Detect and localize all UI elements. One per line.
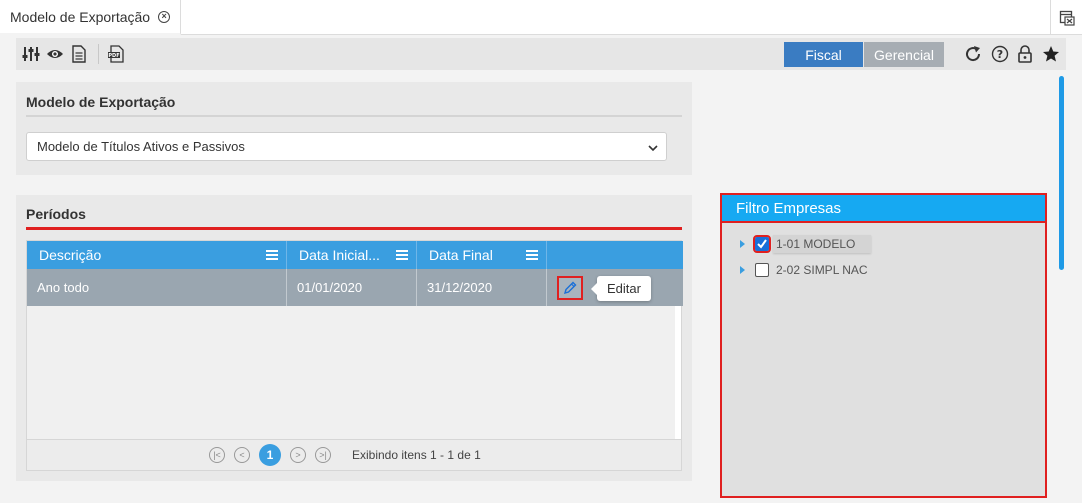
column-data-final[interactable]: Data Final [417,241,547,269]
sliders-icon[interactable] [20,43,42,65]
column-header-label: Data Inicial... [299,247,380,263]
eye-icon[interactable] [44,43,66,65]
modelo-select[interactable]: Modelo de Títulos Ativos e Passivos [26,132,667,161]
tab-modelo-exportacao[interactable]: Modelo de Exportação × [0,0,182,35]
svg-text:?: ? [997,48,1003,61]
column-header-label: Data Final [429,247,493,263]
page-scrollbar[interactable] [1059,76,1064,270]
next-page-icon[interactable]: > [290,447,306,463]
column-descricao[interactable]: Descrição [27,241,287,269]
tab-bar: Modelo de Exportação × [0,0,1082,35]
toolbar-divider [98,44,99,64]
tree-item-label: 2-02 SIMPL NAC [776,263,868,277]
expand-arrow-icon[interactable] [740,240,745,248]
tree-item-label: 1-01 MODELO [773,235,872,253]
column-menu-icon[interactable] [396,250,408,260]
edit-tooltip: Editar [591,276,651,301]
column-menu-icon[interactable] [526,250,538,260]
tab-title: Modelo de Exportação [10,8,151,25]
grid-header: Descrição Data Inicial... Data Final [27,241,683,269]
star-icon[interactable] [1040,43,1062,65]
pdf-export-icon[interactable]: PDF [105,43,127,65]
document-icon[interactable] [68,43,90,65]
prev-page-icon[interactable]: < [234,447,250,463]
last-page-icon[interactable]: >| [315,447,331,463]
checkbox-checked[interactable] [753,235,771,253]
expand-arrow-icon[interactable] [740,266,745,274]
table-row[interactable]: Ano todo 01/01/2020 31/12/2020 [27,269,683,306]
current-page-button[interactable]: 1 [259,444,281,466]
column-header-label: Descrição [39,247,102,263]
close-all-tabs-icon[interactable] [1050,0,1082,35]
modelo-panel-title: Modelo de Exportação [26,94,176,110]
gerencial-button[interactable]: Gerencial [864,42,944,67]
tree-item-2-02-simpl-nac[interactable]: 2-02 SIMPL NAC [740,260,868,280]
toolbar: PDF Fiscal Gerencial ? [16,38,1066,70]
close-icon[interactable]: × [158,10,171,23]
help-icon[interactable]: ? [989,43,1011,65]
filtro-empresas-panel: Filtro Empresas 1-01 MODELO 2-02 SIMPL N… [720,193,1047,498]
pencil-icon [563,281,577,294]
checkbox-unchecked[interactable] [755,263,769,277]
edit-button[interactable] [557,275,583,300]
pager-status: Exibindo itens 1 - 1 de 1 [352,448,481,462]
fiscal-button[interactable]: Fiscal [784,42,863,67]
periodos-panel: Períodos Descrição Data Inicial... Data … [16,195,692,481]
modelo-select-value: Modelo de Títulos Ativos e Passivos [37,139,245,154]
column-menu-icon[interactable] [266,250,278,260]
grid-scrollbar[interactable] [675,306,681,446]
column-data-inicial[interactable]: Data Inicial... [287,241,417,269]
divider [26,115,682,117]
cell-descricao: Ano todo [27,269,287,306]
lock-icon[interactable] [1014,43,1036,65]
svg-text:PDF: PDF [108,53,119,59]
filtro-empresas-title: Filtro Empresas [722,195,1045,223]
column-actions [547,241,683,269]
cell-data-inicial: 01/01/2020 [287,269,417,306]
pager: |< < 1 > >| Exibindo itens 1 - 1 de 1 [27,439,681,470]
periodos-panel-title: Períodos [26,206,86,222]
tree-item-1-01-modelo[interactable]: 1-01 MODELO [740,234,872,254]
cell-data-final: 31/12/2020 [417,269,547,306]
refresh-icon[interactable] [962,43,984,65]
periodos-grid: Descrição Data Inicial... Data Final Ano… [26,240,683,471]
modelo-panel: Modelo de Exportação Modelo de Títulos A… [16,82,692,175]
divider-red [26,227,682,230]
first-page-icon[interactable]: |< [209,447,225,463]
chevron-down-icon [648,141,658,152]
